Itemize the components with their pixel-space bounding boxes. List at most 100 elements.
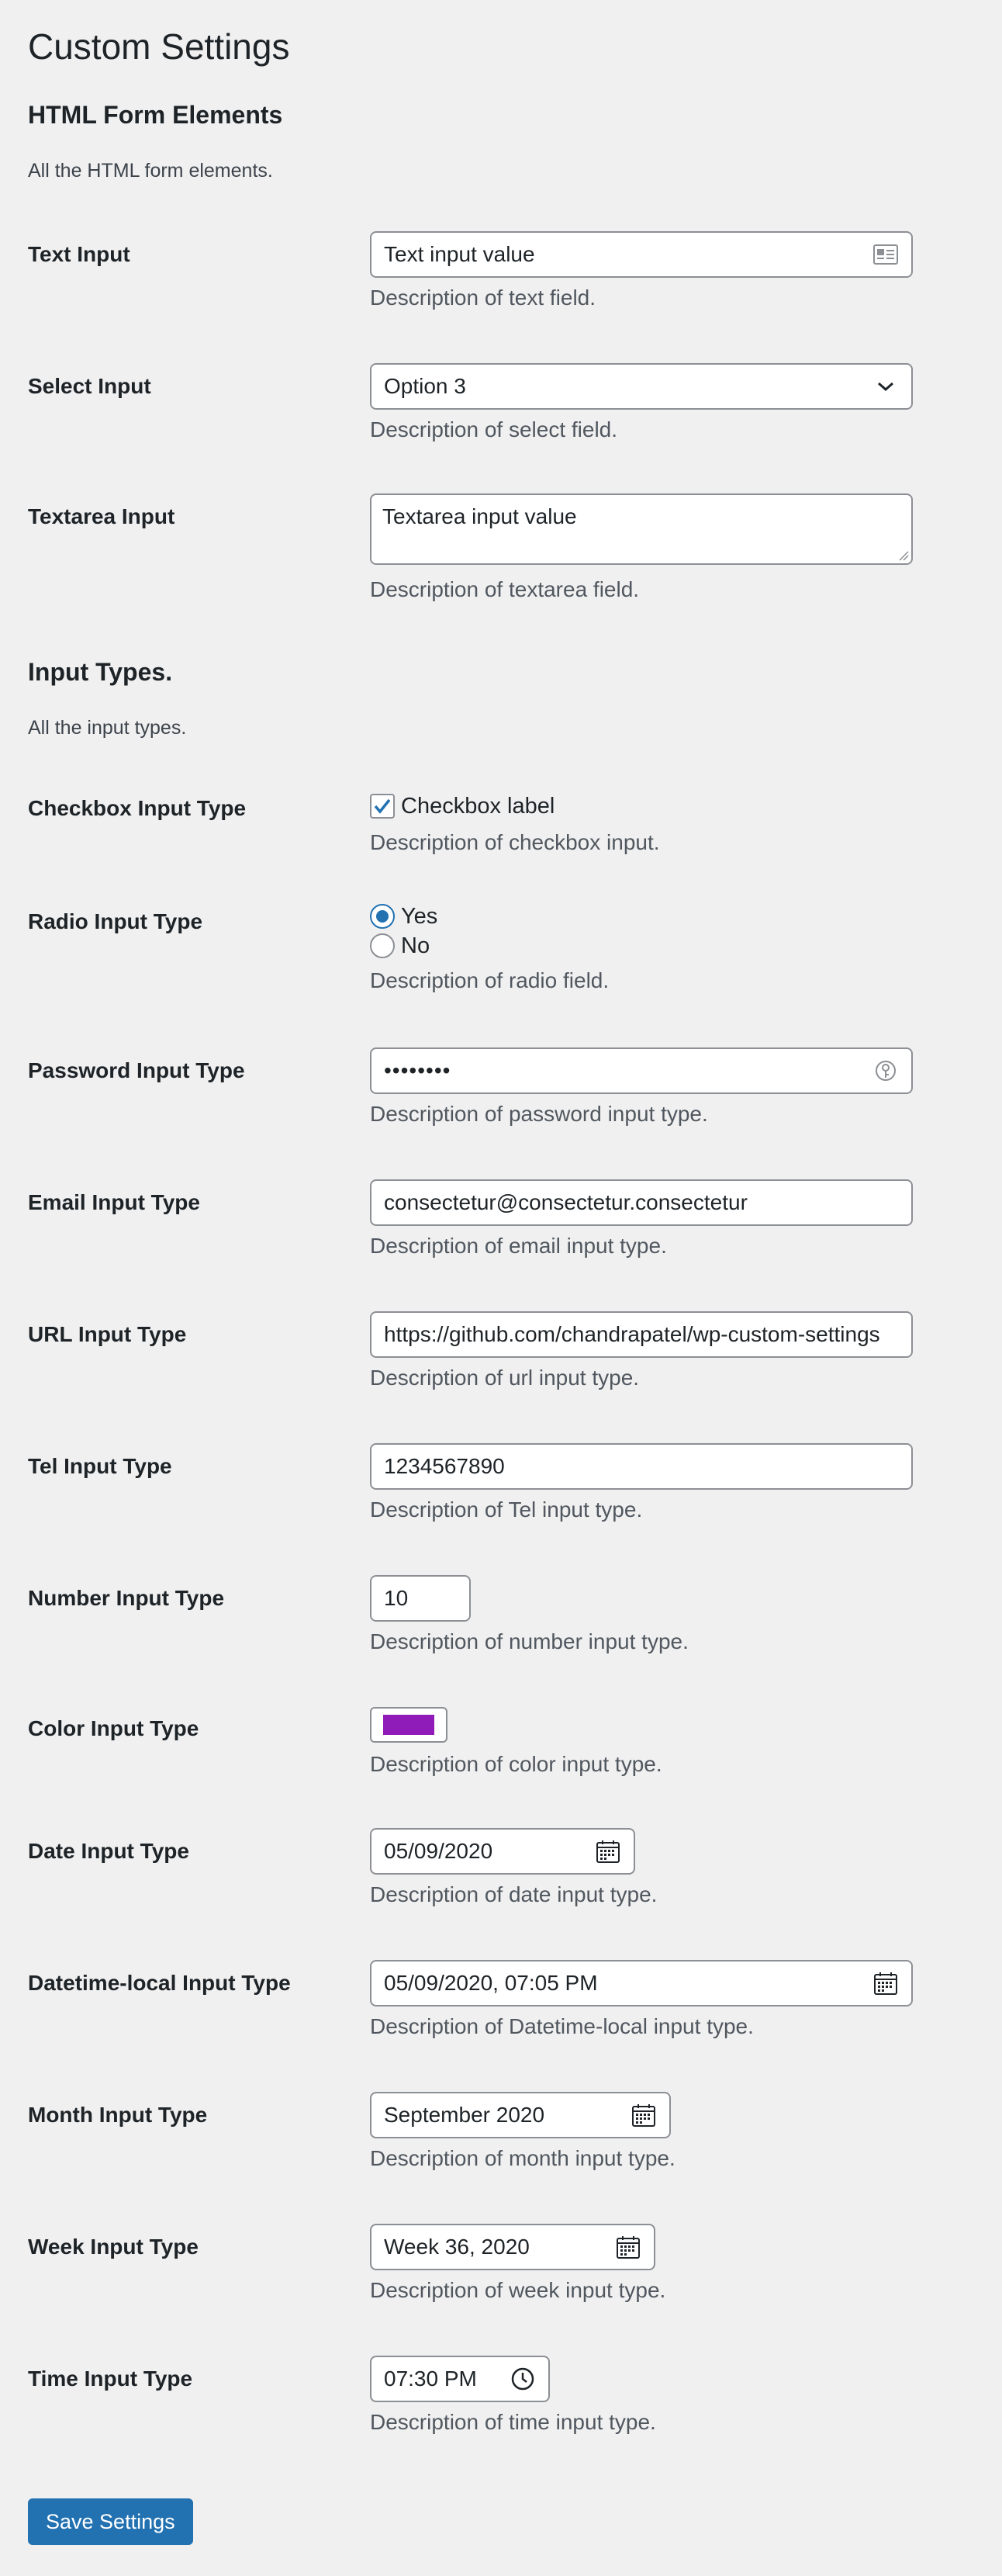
number-input-value: 10	[384, 1586, 409, 1610]
select-input-value: Option 3	[384, 374, 466, 398]
checkbox-label: Checkbox label	[401, 794, 555, 819]
resize-handle-icon[interactable]	[898, 550, 909, 561]
desc-url-input: Description of url input type.	[370, 1366, 640, 1390]
desc-color-input: Description of color input type.	[370, 1752, 662, 1776]
desc-time-input: Description of time input type.	[370, 2410, 656, 2434]
calendar-icon[interactable]	[631, 2102, 657, 2128]
tel-input-value: 1234567890	[384, 1454, 505, 1478]
section-desc-form-elements: All the HTML form elements.	[28, 160, 273, 182]
color-input[interactable]	[370, 1707, 447, 1743]
textarea-input-value: Textarea input value	[382, 504, 577, 528]
section-title-form-elements: HTML Form Elements	[28, 101, 283, 129]
field-textarea-input: Textarea input value Description of text…	[370, 493, 913, 604]
radio-no[interactable]	[370, 933, 395, 958]
radio-yes-label: Yes	[401, 904, 438, 929]
save-settings-button[interactable]: Save Settings	[28, 2498, 193, 2545]
label-url-input: URL Input Type	[28, 1322, 187, 1346]
desc-text-input: Description of text field.	[370, 286, 596, 310]
month-input-value: September 2020	[384, 2103, 545, 2127]
datetime-input[interactable]: 05/09/2020, 07:05 PM	[370, 1960, 913, 2006]
field-time-input: 07:30 PM Description of time input type.	[370, 2356, 656, 2436]
desc-textarea-input: Description of textarea field.	[370, 577, 640, 601]
section-title-input-types: Input Types.	[28, 658, 173, 686]
field-tel-input: 1234567890 Description of Tel input type…	[370, 1443, 913, 1524]
label-radio-input: Radio Input Type	[28, 909, 203, 933]
date-input-value: 05/09/2020	[384, 1839, 493, 1863]
field-date-input: 05/09/2020 Description of date input typ…	[370, 1828, 657, 1909]
desc-tel-input: Description of Tel input type.	[370, 1497, 643, 1522]
label-number-input: Number Input Type	[28, 1586, 225, 1610]
url-input-value: https://github.com/chandrapatel/wp-custo…	[384, 1322, 880, 1346]
date-input[interactable]: 05/09/2020	[370, 1828, 635, 1875]
label-text-input: Text Input	[28, 242, 130, 266]
select-input[interactable]: Option 3	[370, 363, 913, 410]
radio-option-no[interactable]: No	[370, 931, 609, 961]
checkbox-option[interactable]: Checkbox label	[370, 791, 660, 821]
label-color-input: Color Input Type	[28, 1716, 199, 1740]
label-datetime-input: Datetime-local Input Type	[28, 1971, 291, 1995]
desc-password-input: Description of password input type.	[370, 1102, 708, 1126]
week-input-value: Week 36, 2020	[384, 2235, 530, 2259]
field-radio-input: Yes No Description of radio field.	[370, 902, 609, 995]
chevron-down-icon	[872, 373, 899, 400]
month-input[interactable]: September 2020	[370, 2092, 671, 2138]
label-select-input: Select Input	[28, 374, 151, 398]
field-month-input: September 2020 Description of month inpu…	[370, 2092, 675, 2173]
label-time-input: Time Input Type	[28, 2367, 193, 2391]
field-color-input: Description of color input type.	[370, 1707, 662, 1778]
field-checkbox-input: Checkbox label Description of checkbox i…	[370, 791, 660, 857]
desc-select-input: Description of select field.	[370, 417, 618, 441]
desc-number-input: Description of number input type.	[370, 1629, 689, 1653]
field-number-input: 10 Description of number input type.	[370, 1575, 689, 1656]
clock-icon[interactable]	[510, 2366, 536, 2392]
label-month-input: Month Input Type	[28, 2103, 208, 2127]
desc-radio-input: Description of radio field.	[370, 968, 610, 992]
radio-no-label: No	[401, 933, 430, 958]
color-swatch	[383, 1715, 434, 1735]
desc-month-input: Description of month input type.	[370, 2146, 675, 2170]
time-input[interactable]: 07:30 PM	[370, 2356, 550, 2402]
label-password-input: Password Input Type	[28, 1058, 245, 1082]
radio-yes[interactable]	[370, 904, 395, 929]
label-textarea-input: Textarea Input	[28, 504, 175, 528]
label-week-input: Week Input Type	[28, 2235, 199, 2259]
label-email-input: Email Input Type	[28, 1190, 200, 1214]
field-datetime-input: 05/09/2020, 07:05 PM Description of Date…	[370, 1960, 913, 2041]
desc-checkbox-input: Description of checkbox input.	[370, 830, 660, 854]
field-email-input: consectetur@consectetur.consectetur Desc…	[370, 1179, 913, 1260]
field-select-input: Option 3 Description of select field.	[370, 363, 913, 444]
password-input-value: ••••••••	[384, 1058, 451, 1082]
field-url-input: https://github.com/chandrapatel/wp-custo…	[370, 1311, 913, 1392]
contact-card-icon	[872, 241, 899, 268]
radio-option-yes[interactable]: Yes	[370, 902, 609, 931]
section-desc-input-types: All the input types.	[28, 717, 187, 739]
calendar-icon[interactable]	[615, 2234, 641, 2260]
desc-datetime-input: Description of Datetime-local input type…	[370, 2014, 754, 2038]
text-input[interactable]: Text input value	[370, 231, 913, 278]
calendar-icon[interactable]	[872, 1970, 899, 1996]
label-checkbox-input: Checkbox Input Type	[28, 796, 247, 820]
number-input[interactable]: 10	[370, 1575, 471, 1622]
tel-input[interactable]: 1234567890	[370, 1443, 913, 1490]
desc-date-input: Description of date input type.	[370, 1882, 658, 1906]
checkbox-input[interactable]	[370, 794, 395, 819]
email-input[interactable]: consectetur@consectetur.consectetur	[370, 1179, 913, 1226]
page-title: Custom Settings	[28, 26, 290, 67]
field-password-input: •••••••• Description of password input t…	[370, 1047, 913, 1128]
email-input-value: consectetur@consectetur.consectetur	[384, 1190, 748, 1214]
label-tel-input: Tel Input Type	[28, 1454, 172, 1478]
desc-week-input: Description of week input type.	[370, 2278, 666, 2302]
desc-email-input: Description of email input type.	[370, 1234, 667, 1258]
url-input[interactable]: https://github.com/chandrapatel/wp-custo…	[370, 1311, 913, 1358]
password-input[interactable]: ••••••••	[370, 1047, 913, 1094]
text-input-value: Text input value	[384, 242, 535, 266]
textarea-input[interactable]: Textarea input value	[370, 493, 913, 565]
time-input-value: 07:30 PM	[384, 2367, 477, 2391]
calendar-icon[interactable]	[595, 1838, 621, 1864]
field-text-input: Text input value Description of text fie…	[370, 231, 913, 312]
week-input[interactable]: Week 36, 2020	[370, 2224, 655, 2270]
label-date-input: Date Input Type	[28, 1839, 189, 1863]
key-icon[interactable]	[872, 1058, 899, 1084]
checkmark-icon	[374, 798, 391, 814]
field-week-input: Week 36, 2020 Description of week input …	[370, 2224, 665, 2304]
